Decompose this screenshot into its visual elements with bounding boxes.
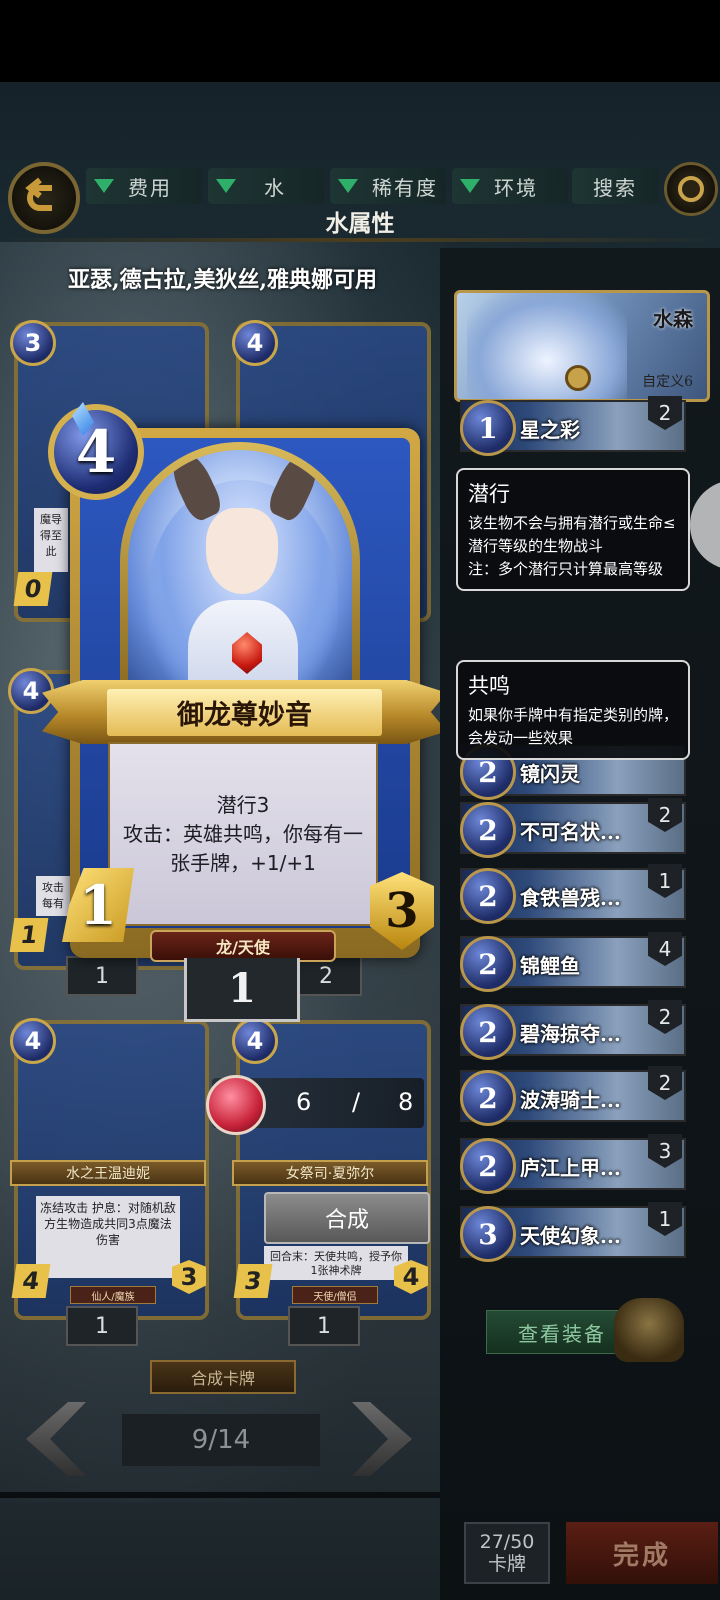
- card-attack: 4: [11, 1264, 51, 1298]
- card-cost: 4: [232, 1018, 278, 1064]
- dropdown-triangle-icon: [338, 179, 358, 193]
- deck-card-row[interactable]: 3 天使幻象... 1: [460, 1202, 686, 1262]
- row-cost: 1: [460, 400, 516, 456]
- keyword-tooltip-stealth: 潜行 该生物不会与拥有潜行或生命≤潜行等级的生物战斗 注：多个潜行只计算最高等级: [456, 468, 690, 591]
- featured-card-name: 御龙尊妙音: [107, 688, 382, 736]
- row-cost: 2: [460, 802, 516, 858]
- row-cost: 3: [460, 1206, 516, 1262]
- tooltip-body: 如果你手牌中有指定类别的牌，会发动一些效果: [468, 706, 679, 747]
- deck-name: 水森: [653, 307, 693, 331]
- row-count: 1: [648, 864, 682, 898]
- featured-card-owned-count: 1: [184, 958, 300, 1022]
- tooltip-title: 共鸣: [468, 674, 510, 698]
- row-name: 锦鲤鱼: [520, 954, 580, 978]
- dropdown-triangle-icon: [460, 179, 480, 193]
- tooltip-body: 该生物不会与拥有潜行或生命≤潜行等级的生物战斗 注：多个潜行只计算最高等级: [468, 514, 676, 578]
- dust-separator: /: [352, 1088, 361, 1116]
- card-text: 魔导 得至 此: [34, 508, 68, 572]
- card-count: 1: [66, 956, 138, 996]
- featured-card-name-banner: 御龙尊妙音: [42, 680, 447, 744]
- status-bar-area: [0, 0, 720, 82]
- dust-current: 6: [296, 1088, 312, 1116]
- card-attack: 3: [233, 1264, 273, 1298]
- card-cost: 3: [10, 320, 56, 366]
- card-name: 女祭司·夏弥尔: [232, 1160, 428, 1186]
- featured-card-description: 潜行3 攻击：英雄共鸣，你每有一张手牌，+1/+1: [108, 742, 378, 926]
- card-count: 2: [290, 956, 362, 996]
- craft-section-label: 合成卡牌: [150, 1360, 296, 1394]
- row-count: 2: [648, 798, 682, 832]
- card-count: 1: [66, 1306, 138, 1346]
- row-count: 3: [648, 1134, 682, 1168]
- row-name: 天使幻象...: [520, 1224, 621, 1248]
- row-cost: 2: [460, 868, 516, 924]
- row-name: 食铁兽残...: [520, 886, 621, 910]
- deck-banner[interactable]: 水森 自定义6: [454, 290, 710, 402]
- card-count: 1: [288, 1306, 360, 1346]
- row-count: 4: [648, 932, 682, 966]
- deck-custom-label: 自定义6: [642, 374, 693, 390]
- filter-cost[interactable]: 费用: [86, 168, 202, 204]
- deck-card-row[interactable]: 2 碧海掠夺... 2: [460, 1000, 686, 1060]
- row-name: 波涛骑士...: [520, 1088, 621, 1112]
- deck-card-count-label: 卡牌: [487, 1553, 526, 1575]
- title-divider: [0, 238, 720, 242]
- featured-card-cost: 4: [48, 404, 144, 500]
- card-cost: 4: [8, 668, 54, 714]
- search-field[interactable]: 搜索: [572, 168, 658, 204]
- deck-card-row[interactable]: 2 庐江上甲... 3: [460, 1134, 686, 1194]
- row-name: 庐江上甲...: [520, 1156, 621, 1180]
- card-text: 冻结攻击 护息：对随机敌方生物造成共同3点魔法伤害: [36, 1196, 180, 1278]
- deck-card-row[interactable]: 2 波涛骑士... 2: [460, 1066, 686, 1126]
- row-count: 1: [648, 1202, 682, 1236]
- card-cost: 4: [10, 1018, 56, 1064]
- card-attack: 0: [13, 572, 53, 606]
- row-count: 2: [648, 1000, 682, 1034]
- deck-card-row[interactable]: 2 锦鲤鱼 4: [460, 932, 686, 992]
- helmet-icon: [614, 1298, 684, 1362]
- dust-required: 8: [398, 1088, 414, 1116]
- row-name: 镜闪灵: [520, 762, 580, 786]
- gear-icon[interactable]: [565, 365, 591, 391]
- card-text: 回合末：天使共鸣，授予你1张神术牌: [264, 1246, 408, 1280]
- row-count: 2: [648, 1066, 682, 1100]
- deck-card-count-value: 27/50: [479, 1531, 535, 1553]
- card-tribe: 仙人/魔族: [70, 1286, 156, 1304]
- card-cost: 4: [232, 320, 278, 366]
- done-button[interactable]: 完成: [566, 1522, 718, 1584]
- deck-card-row[interactable]: 2 不可名状... 2: [460, 798, 686, 858]
- filter-environment[interactable]: 环境: [452, 168, 568, 204]
- card-attack: 1: [9, 918, 49, 952]
- dropdown-triangle-icon: [94, 179, 114, 193]
- keyword-tooltip-resonance: 共鸣 如果你手牌中有指定类别的牌，会发动一些效果: [456, 660, 690, 760]
- row-name: 不可名状...: [520, 820, 621, 844]
- deck-card-count: 27/50 卡牌: [464, 1522, 550, 1584]
- row-name: 碧海掠夺...: [520, 1022, 621, 1046]
- row-name: 星之彩: [520, 418, 580, 442]
- card-name: 水之王温迪妮: [10, 1160, 206, 1186]
- deck-card-row[interactable]: 2 食铁兽残... 1: [460, 864, 686, 924]
- bottom-divider: [0, 1492, 440, 1498]
- card-text: 攻击 每有: [36, 876, 70, 916]
- craft-button[interactable]: 合成: [264, 1192, 430, 1244]
- filter-element[interactable]: 水: [208, 168, 324, 204]
- row-cost: 2: [460, 936, 516, 992]
- section-title: 水属性: [325, 210, 395, 237]
- row-count: 2: [648, 396, 682, 430]
- row-cost: 2: [460, 1004, 516, 1060]
- tooltip-title: 潜行: [468, 482, 510, 506]
- usable-heroes-label: 亚瑟,德古拉,美狄丝,雅典娜可用: [68, 267, 377, 293]
- page-indicator: 9/14: [122, 1414, 320, 1466]
- card-tribe: 天使/僧侣: [292, 1286, 378, 1304]
- deck-card-row[interactable]: 1 星之彩 2: [460, 396, 686, 456]
- dust-gem-icon: [206, 1075, 266, 1135]
- dropdown-triangle-icon: [216, 179, 236, 193]
- deck-hero-art: [467, 293, 627, 399]
- search-icon: [678, 176, 704, 202]
- row-cost: 2: [460, 1070, 516, 1126]
- filter-rarity[interactable]: 稀有度: [330, 168, 446, 204]
- row-cost: 2: [460, 1138, 516, 1194]
